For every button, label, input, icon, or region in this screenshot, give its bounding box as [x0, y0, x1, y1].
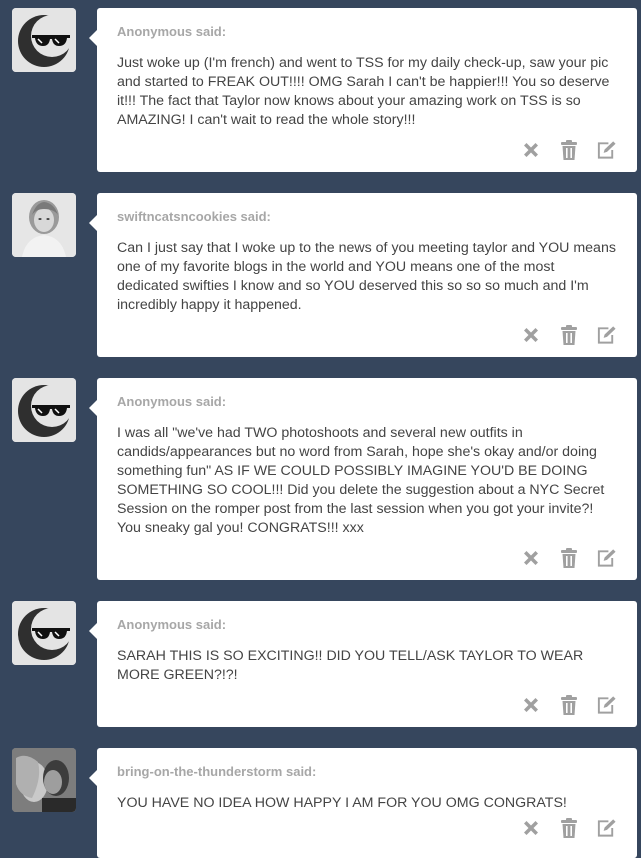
- ask-card: swiftncatsncookies said: Can I just say …: [89, 193, 637, 357]
- trash-button[interactable]: [558, 547, 579, 569]
- trash-button[interactable]: [558, 817, 579, 839]
- asker-name[interactable]: Anonymous: [117, 394, 192, 409]
- asker-name[interactable]: swiftncatsncookies: [117, 209, 237, 224]
- trash-icon: [560, 547, 577, 568]
- photo-avatar-icon: [12, 748, 76, 812]
- trash-icon: [560, 817, 577, 838]
- delete-icon: [523, 821, 538, 835]
- question-text: I was all "we've had TWO photoshoots and…: [117, 425, 605, 536]
- delete-button[interactable]: [520, 548, 541, 569]
- ask-card: Anonymous said: SARAH THIS IS SO EXCITIN…: [89, 601, 637, 727]
- edit-icon: [597, 819, 616, 837]
- delete-icon: [523, 551, 538, 565]
- post-actions: [520, 323, 617, 347]
- trash-icon: [560, 139, 577, 160]
- trash-icon: [560, 324, 577, 345]
- delete-button[interactable]: [520, 818, 541, 839]
- question-text: YOU HAVE NO IDEA HOW HAPPY I AM FOR YOU …: [117, 795, 567, 811]
- edit-icon: [597, 326, 616, 344]
- asker-name[interactable]: Anonymous: [117, 24, 192, 39]
- asker-line: Anonymous said:: [117, 394, 227, 409]
- trash-button[interactable]: [558, 694, 579, 716]
- delete-icon: [523, 328, 538, 342]
- ask-card: Anonymous said: I was all "we've had TWO…: [89, 378, 637, 580]
- edit-button[interactable]: [596, 140, 617, 161]
- post-actions: [520, 546, 617, 570]
- sunglasses-anon-icon: [12, 8, 76, 72]
- trash-button[interactable]: [558, 324, 579, 346]
- asker-line: swiftncatsncookies said:: [117, 209, 271, 224]
- delete-icon: [523, 698, 538, 712]
- avatar[interactable]: [12, 748, 76, 812]
- asker-line: bring-on-the-thunderstorm said:: [117, 764, 317, 779]
- sunglasses-anon-icon: [12, 378, 76, 442]
- edit-icon: [597, 141, 616, 159]
- trash-button[interactable]: [558, 139, 579, 161]
- asker-name[interactable]: bring-on-the-thunderstorm: [117, 764, 282, 779]
- avatar[interactable]: [12, 8, 76, 72]
- delete-button[interactable]: [520, 140, 541, 161]
- delete-button[interactable]: [520, 695, 541, 716]
- edit-button[interactable]: [596, 325, 617, 346]
- edit-icon: [597, 549, 616, 567]
- ask-card: bring-on-the-thunderstorm said: YOU HAVE…: [89, 748, 637, 858]
- avatar[interactable]: [12, 601, 76, 665]
- trash-icon: [560, 694, 577, 715]
- edit-button[interactable]: [596, 818, 617, 839]
- edit-button[interactable]: [596, 548, 617, 569]
- question-text: SARAH THIS IS SO EXCITING!! DID YOU TELL…: [117, 648, 584, 683]
- sunglasses-anon-icon: [12, 601, 76, 665]
- edit-icon: [597, 696, 616, 714]
- post-actions: [520, 816, 617, 840]
- ask-card: Anonymous said: Just woke up (I'm french…: [89, 8, 637, 172]
- avatar[interactable]: [12, 378, 76, 442]
- asker-name[interactable]: Anonymous: [117, 617, 192, 632]
- asker-line: Anonymous said:: [117, 24, 227, 39]
- delete-button[interactable]: [520, 325, 541, 346]
- avatar[interactable]: [12, 193, 76, 257]
- question-text: Can I just say that I woke up to the new…: [117, 240, 616, 313]
- photo-avatar-icon: [12, 193, 76, 257]
- edit-button[interactable]: [596, 695, 617, 716]
- asker-line: Anonymous said:: [117, 617, 227, 632]
- question-text: Just woke up (I'm french) and went to TS…: [117, 55, 610, 128]
- post-actions: [520, 693, 617, 717]
- delete-icon: [523, 143, 538, 157]
- post-actions: [520, 138, 617, 162]
